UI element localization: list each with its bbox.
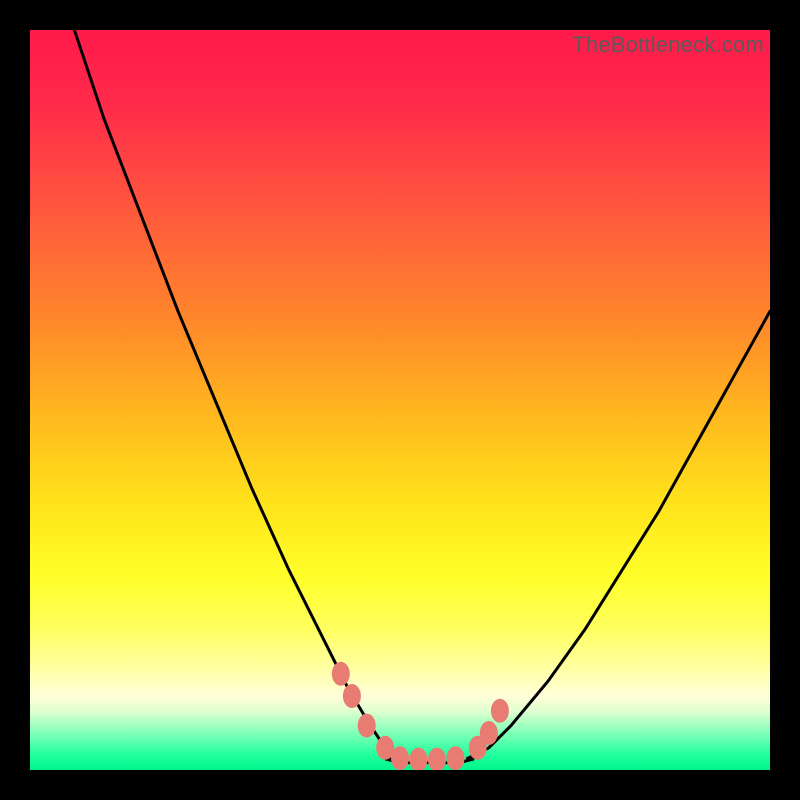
chart-marker [480, 721, 498, 745]
chart-marker [391, 746, 409, 770]
chart-curve-layer [30, 30, 770, 770]
chart-marker [428, 748, 446, 770]
chart-marker [358, 714, 376, 738]
chart-marker [447, 746, 465, 770]
chart-frame: TheBottleneck.com [0, 0, 800, 800]
chart-curve-path [74, 30, 770, 763]
watermark-text: TheBottleneck.com [572, 32, 764, 58]
chart-marker [410, 748, 428, 770]
chart-marker [343, 684, 361, 708]
chart-markers [332, 662, 509, 770]
chart-marker [491, 699, 509, 723]
chart-marker [332, 662, 350, 686]
